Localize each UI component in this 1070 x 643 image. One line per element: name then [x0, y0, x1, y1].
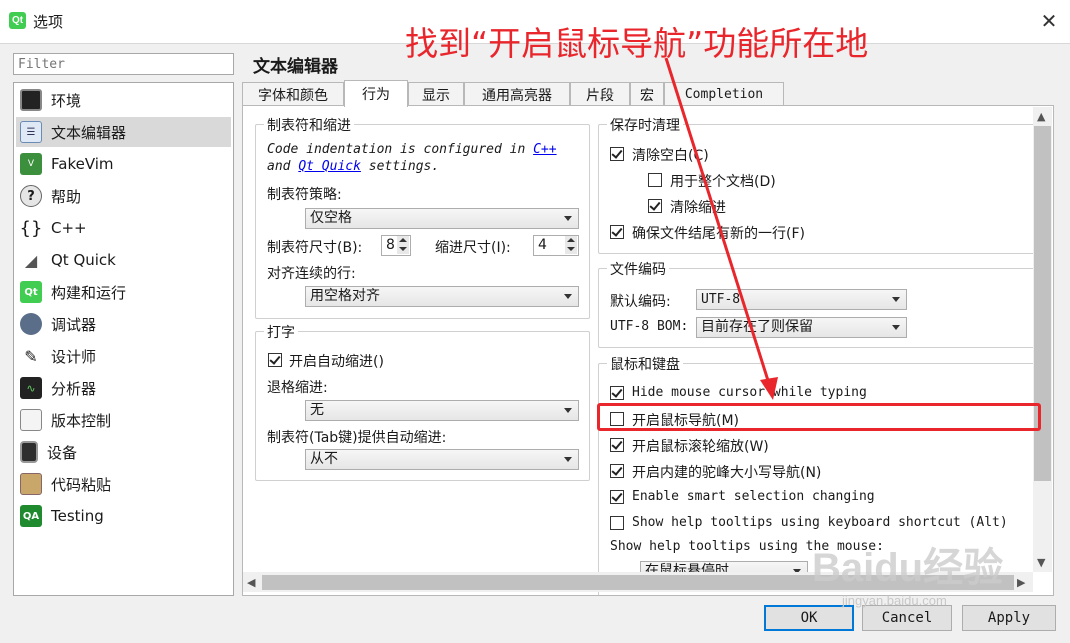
- annotation-arrow: [664, 57, 778, 400]
- tab-behavior[interactable]: 行为: [344, 80, 408, 107]
- highlight-box: [597, 403, 1041, 431]
